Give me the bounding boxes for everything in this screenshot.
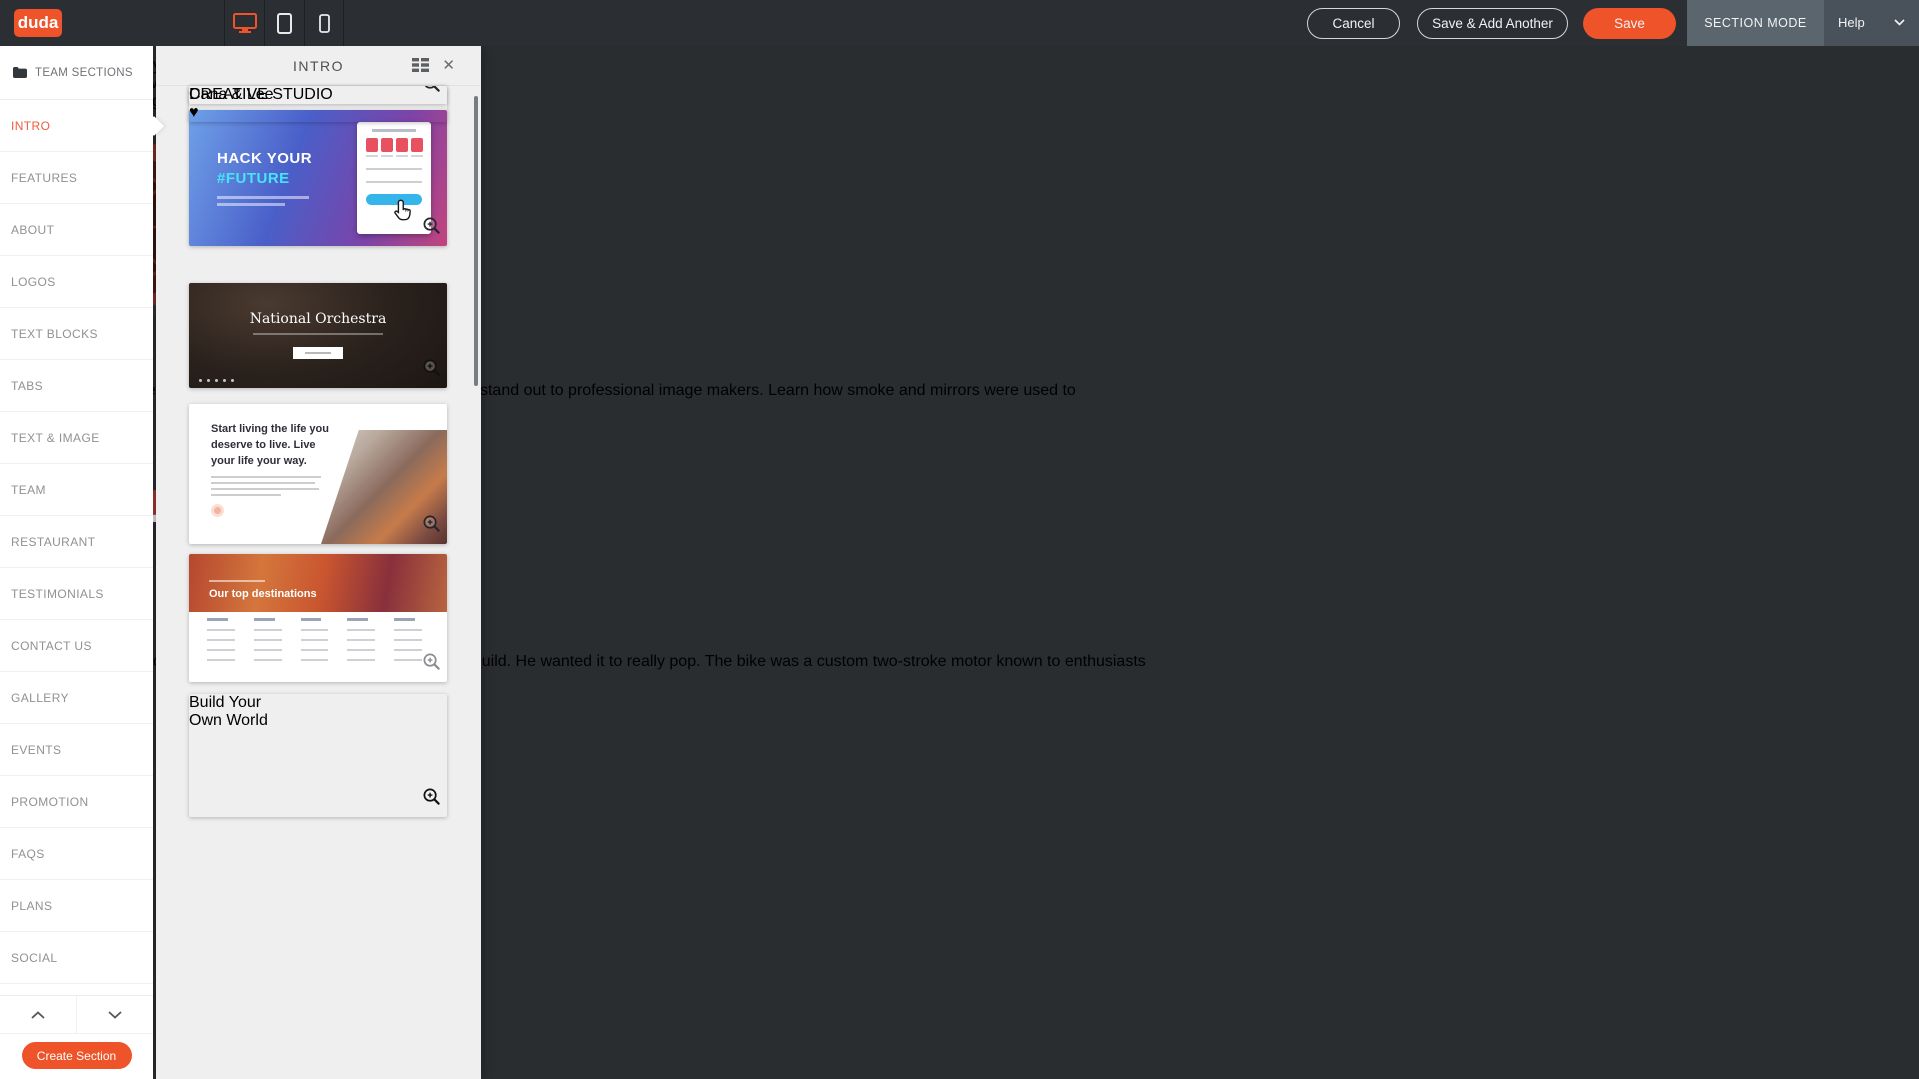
help-label: Help: [1838, 15, 1865, 30]
thumb-title: National Orchestra: [189, 311, 447, 327]
thumb-photo: [189, 554, 447, 612]
desktop-view-button[interactable]: [224, 0, 264, 46]
create-section-button[interactable]: Create Section: [22, 1042, 132, 1069]
thumb-title: HACK YOUR: [217, 150, 312, 167]
template-thumb-top-destinations[interactable]: Our top destinations: [189, 554, 447, 682]
sidebar-item-logos[interactable]: LOGOS: [0, 256, 153, 308]
carousel-dots: [199, 379, 234, 382]
thumb-title: Our top destinations: [209, 588, 317, 600]
chevron-down-icon: [108, 1011, 122, 1019]
template-thumb-start-living[interactable]: Start living the life you deserve to liv…: [189, 404, 447, 544]
tablet-view-button[interactable]: [264, 0, 304, 46]
accent-dot: [211, 504, 224, 517]
close-icon[interactable]: ✕: [442, 56, 455, 74]
template-thumb-dana-lee[interactable]: Dana & Lee ♥: [189, 86, 447, 122]
thumb-title: #FUTURE: [217, 170, 290, 187]
destination-columns: [207, 618, 429, 669]
sidebar-item-social[interactable]: SOCIAL: [0, 932, 153, 984]
panel-title: INTRO: [156, 46, 481, 86]
duda-logo[interactable]: duda: [14, 9, 62, 37]
sidebar-item-text-blocks[interactable]: TEXT BLOCKS: [0, 308, 153, 360]
sidebar-item-features[interactable]: FEATURES: [0, 152, 153, 204]
sidebar-item-testimonials[interactable]: TESTIMONIALS: [0, 568, 153, 620]
template-thumb-build-your-own-world[interactable]: Build Your Own World: [189, 694, 447, 817]
sidebar-item-text-image[interactable]: TEXT & IMAGE: [0, 412, 153, 464]
sidebar-item-events[interactable]: EVENTS: [0, 724, 153, 776]
zoom-preview-icon[interactable]: [422, 216, 441, 240]
mobile-view-button[interactable]: [304, 0, 344, 46]
zoom-preview-icon[interactable]: [422, 358, 441, 382]
save-add-another-button[interactable]: Save & Add Another: [1417, 8, 1568, 39]
template-thumb-national-orchestra[interactable]: National Orchestra: [189, 283, 447, 388]
heart-icon: ♥: [189, 104, 447, 122]
thumb-title: Build Your: [189, 694, 447, 712]
device-switcher: [224, 0, 344, 46]
sidebar-item-tabs[interactable]: TABS: [0, 360, 153, 412]
sidebar-item-restaurant[interactable]: RESTAURANT: [0, 516, 153, 568]
scroll-down-button[interactable]: [77, 996, 153, 1033]
panel-header: INTRO ✕: [156, 46, 481, 86]
thumb-button: [293, 347, 343, 359]
sidebar-header: TEAM SECTIONS: [0, 46, 153, 100]
cancel-button[interactable]: Cancel: [1307, 8, 1400, 39]
sections-sidebar: TEAM SECTIONS INTRO FEATURES ABOUT LOGOS…: [0, 46, 153, 1079]
sidebar-footer: Create Section: [0, 995, 153, 1079]
folder-icon: [13, 67, 27, 78]
hand-cursor-icon: [391, 198, 417, 231]
grid-view-icon[interactable]: [412, 58, 429, 77]
save-button[interactable]: Save: [1583, 8, 1676, 39]
sidebar-item-promotion[interactable]: PROMOTION: [0, 776, 153, 828]
editor-topbar: duda Cancel Save & Add Another Save SECT…: [0, 0, 1919, 46]
panel-scrollbar[interactable]: [474, 96, 478, 386]
section-mode-badge: SECTION MODE: [1687, 0, 1824, 46]
sidebar-item-faqs[interactable]: FAQS: [0, 828, 153, 880]
sidebar-item-contact-us[interactable]: CONTACT US: [0, 620, 153, 672]
chevron-down-icon: [1894, 19, 1905, 26]
thumb-title: Own World: [189, 712, 447, 730]
scroll-up-button[interactable]: [0, 996, 77, 1033]
zoom-preview-icon[interactable]: [422, 652, 441, 676]
sidebar-item-intro[interactable]: INTRO: [0, 100, 153, 152]
sidebar-item-plans[interactable]: PLANS: [0, 880, 153, 932]
duda-editor: io Listen Gallery Live Contact Portfolio…: [0, 0, 1919, 1079]
chevron-up-icon: [31, 1011, 45, 1019]
help-menu[interactable]: Help: [1824, 0, 1919, 46]
sidebar-item-team[interactable]: TEAM: [0, 464, 153, 516]
zoom-preview-icon[interactable]: [422, 787, 441, 811]
zoom-preview-icon[interactable]: [422, 514, 441, 538]
sidebar-item-about[interactable]: ABOUT: [0, 204, 153, 256]
thumb-title: Dana & Lee: [189, 86, 447, 104]
sidebar-item-gallery[interactable]: GALLERY: [0, 672, 153, 724]
intro-templates-panel: INTRO ✕ HACK YOUR #FUTURE: [156, 46, 481, 1079]
thumb-title: Start living the life you deserve to liv…: [211, 422, 339, 470]
template-thumb-hack-your-future[interactable]: HACK YOUR #FUTURE: [189, 110, 447, 246]
